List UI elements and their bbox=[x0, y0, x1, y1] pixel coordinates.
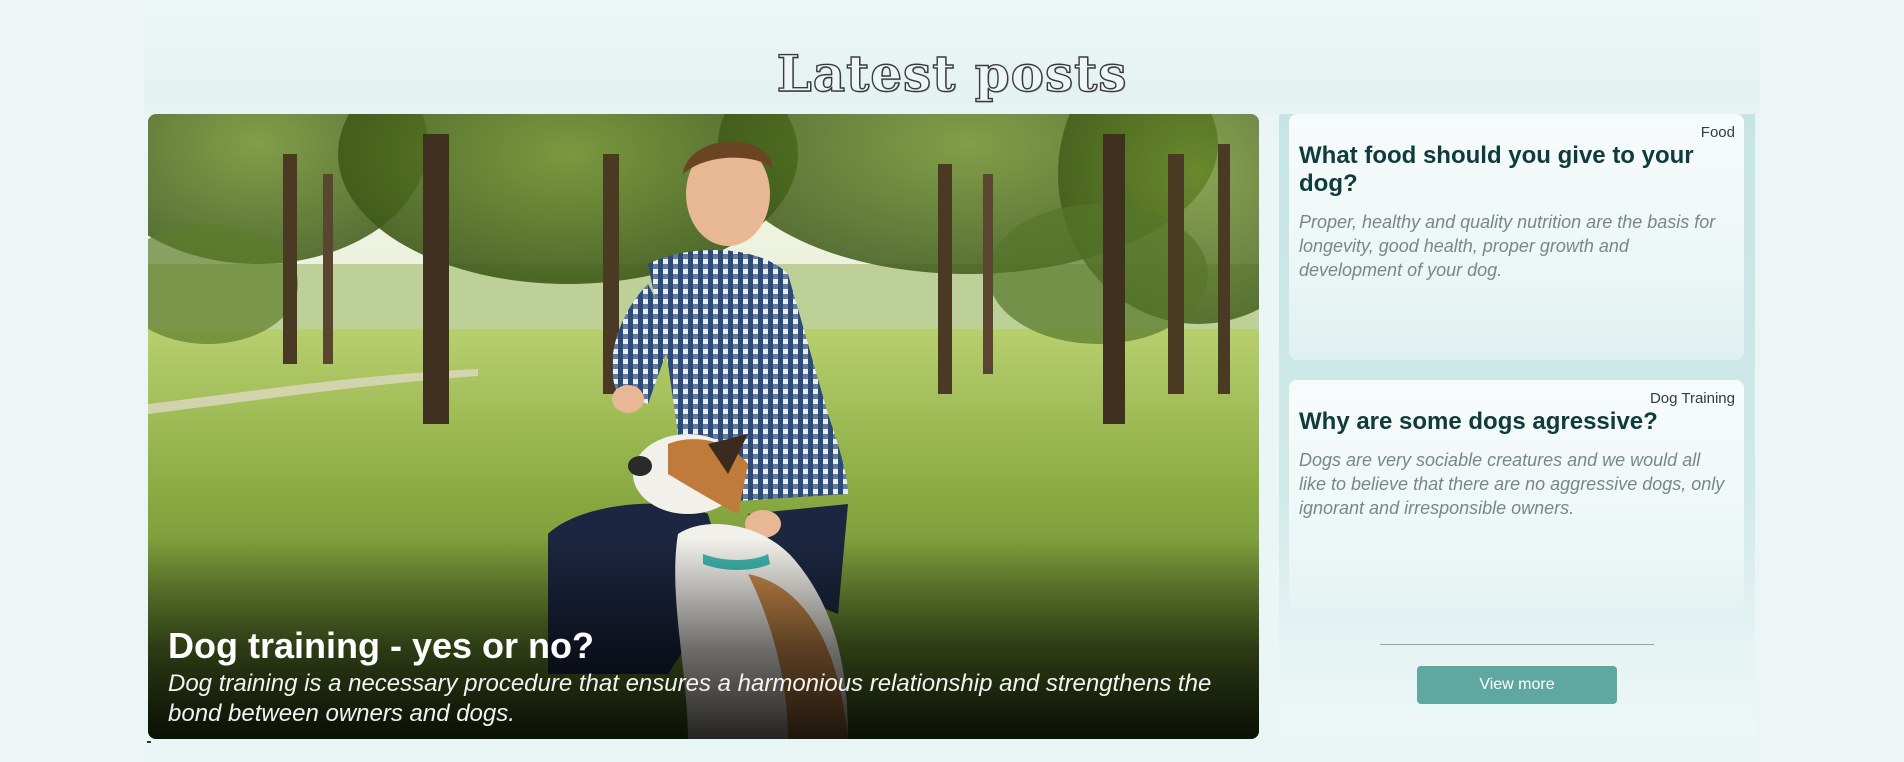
post-card-food[interactable]: Food What food should you give to your d… bbox=[1289, 114, 1744, 360]
view-more-divider bbox=[1380, 644, 1654, 645]
page: Latest posts Dog training - yes or no? D… bbox=[0, 0, 1904, 762]
post-card-dog-training[interactable]: Dog Training Why are some dogs agressive… bbox=[1289, 380, 1744, 610]
post-excerpt: Dogs are very sociable creatures and we … bbox=[1299, 450, 1725, 518]
featured-post-title[interactable]: Dog training - yes or no? bbox=[168, 625, 594, 667]
featured-post-card[interactable]: Dog training - yes or no? Dog training i… bbox=[148, 114, 1259, 739]
divider-mark bbox=[147, 741, 151, 743]
side-posts-column: Food What food should you give to your d… bbox=[1279, 114, 1755, 734]
post-title[interactable]: Why are some dogs agressive? bbox=[1299, 408, 1724, 436]
post-title[interactable]: What food should you give to your dog? bbox=[1299, 142, 1724, 198]
section-title: Latest posts bbox=[776, 43, 1128, 103]
post-excerpt: Proper, healthy and quality nutrition ar… bbox=[1299, 212, 1716, 280]
featured-post-excerpt: Dog training is a necessary procedure th… bbox=[168, 670, 1212, 727]
view-more-button[interactable]: View more bbox=[1417, 666, 1617, 704]
post-category-badge[interactable]: Dog Training bbox=[1650, 390, 1735, 407]
post-category-badge[interactable]: Food bbox=[1701, 124, 1735, 141]
